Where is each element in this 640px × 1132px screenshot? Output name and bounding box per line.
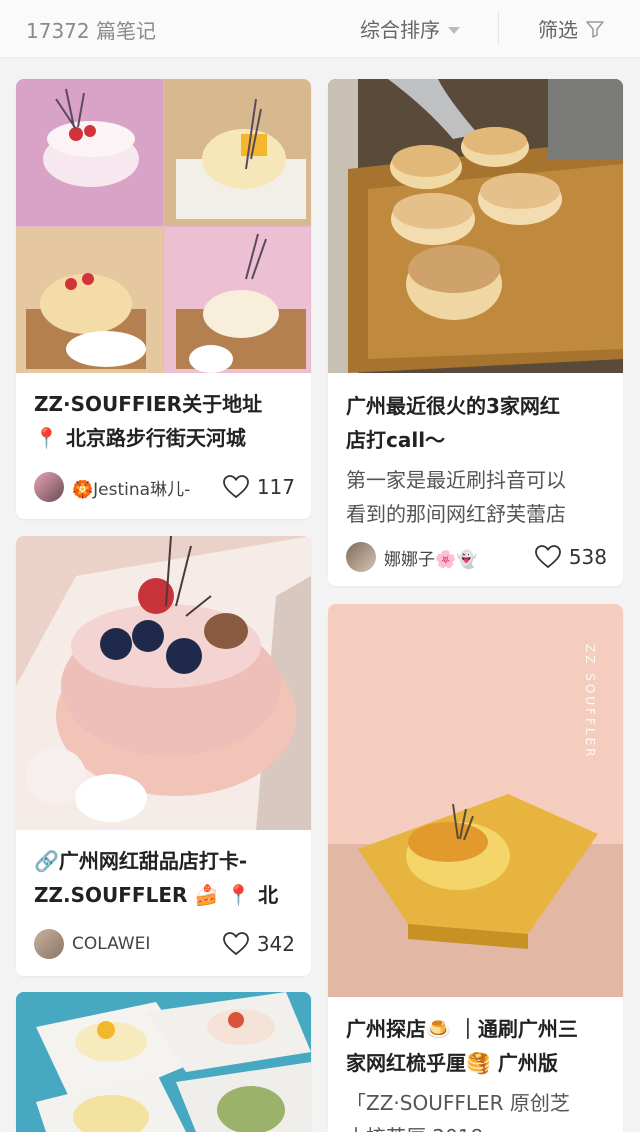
note-title: 广州最近很火的3家网红 店打call～: [346, 394, 560, 452]
note-excerpt: 第一家是最近刷抖音可以 看到的那间网红舒芙蕾店: [346, 468, 566, 526]
note-meta: 🏵️Jestina琳儿- 117: [34, 471, 295, 503]
author-name[interactable]: 🏵️Jestina琳儿-: [72, 475, 223, 500]
note-card[interactable]: [16, 992, 311, 1132]
heart-icon: [222, 932, 249, 956]
author-name[interactable]: 娜娜子🌸👻: [384, 545, 535, 570]
like-button[interactable]: 117: [222, 475, 295, 499]
like-button[interactable]: 538: [534, 545, 607, 569]
cake-collage-image: [16, 79, 311, 373]
note-title: ZZ·SOUFFIER关于地址 📍 北京路步行街天河城: [34, 392, 263, 450]
boxed-souffle-image: ZZ SOUFFLER: [328, 604, 623, 997]
notes-count: 17372 篇笔记: [26, 19, 156, 43]
note-meta: COLAWEI 342: [34, 928, 295, 960]
avatar[interactable]: [34, 929, 64, 959]
like-button[interactable]: 342: [222, 932, 295, 956]
like-count: 538: [568, 545, 607, 569]
divider: [498, 12, 499, 44]
souffle-griddle-image: [328, 79, 623, 373]
filter-button[interactable]: 筛选: [538, 14, 604, 43]
like-count: 342: [256, 932, 295, 956]
filter-label: 筛选: [538, 18, 578, 42]
like-count: 117: [256, 475, 295, 499]
note-card[interactable]: ZZ·SOUFFIER关于地址 📍 北京路步行街天河城 🏵️Jestina琳儿-…: [16, 79, 311, 519]
note-title: 🔗广州网红甜品店打卡- ZZ.SOUFFLER 🍰 📍 北: [34, 849, 279, 907]
caret-down-icon: [448, 26, 460, 34]
note-card[interactable]: ZZ SOUFFLER 广州探店🍮 ｜通刷广州三 家网红梳乎厘🥞 广州版 「ZZ…: [328, 604, 623, 1132]
heart-icon: [222, 475, 249, 499]
note-title: 广州探店🍮 ｜通刷广州三 家网红梳乎厘🥞 广州版: [346, 1017, 578, 1075]
note-meta: 娜娜子🌸👻 538: [346, 541, 607, 573]
avatar[interactable]: [346, 542, 376, 572]
filter-bar: 17372 篇笔记 综合排序 筛选: [0, 0, 640, 58]
note-excerpt: 「ZZ·SOUFFLER 原创芝 士梳芙厘 2018: [346, 1091, 570, 1132]
author-name[interactable]: COLAWEI: [72, 934, 223, 954]
sort-dropdown[interactable]: 综合排序: [360, 14, 460, 43]
avatar[interactable]: [34, 472, 64, 502]
note-card[interactable]: 🔗广州网红甜品店打卡- ZZ.SOUFFLER 🍰 📍 北 COLAWEI 34…: [16, 536, 311, 976]
brand-watermark: ZZ SOUFFLER: [583, 644, 597, 760]
sort-label: 综合排序: [360, 18, 440, 42]
heart-icon: [534, 545, 561, 569]
souffle-boxes-image: [16, 992, 311, 1132]
note-card[interactable]: 广州最近很火的3家网红 店打call～ 第一家是最近刷抖音可以 看到的那间网红舒…: [328, 79, 623, 586]
funnel-icon: [586, 20, 604, 38]
pink-souffle-image: [16, 536, 311, 830]
